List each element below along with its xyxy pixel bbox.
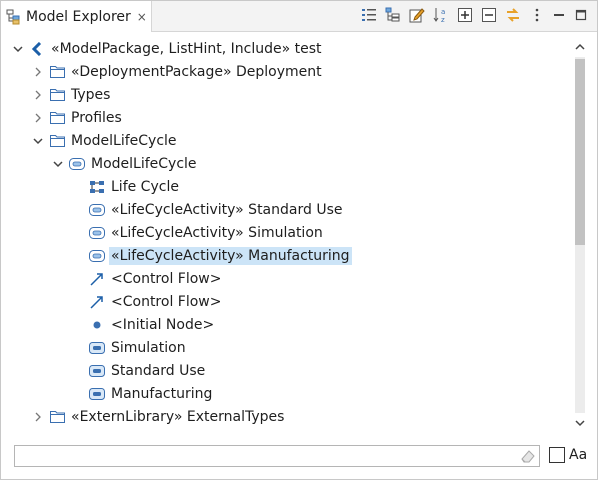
tree-item-label: ModelLifeCycle bbox=[71, 132, 177, 149]
sort-az-icon[interactable]: az bbox=[433, 7, 449, 23]
tree-item[interactable]: <Control Flow> bbox=[71, 290, 223, 313]
tree-item[interactable]: ModelLifeCycle bbox=[51, 152, 199, 175]
tree-item-label: «LifeCycleActivity» Simulation bbox=[111, 224, 323, 241]
tree-item[interactable]: «LifeCycleActivity» Manufacturing bbox=[71, 244, 352, 267]
clear-filter-icon[interactable] bbox=[520, 448, 536, 464]
scroll-thumb[interactable] bbox=[575, 59, 585, 245]
tab-title: Model Explorer bbox=[26, 8, 131, 25]
tree-item[interactable]: <Control Flow> bbox=[71, 267, 223, 290]
tree-item-label: «LifeCycleActivity» Manufacturing bbox=[109, 246, 352, 265]
tree-item-label: «LifeCycleActivity» Standard Use bbox=[111, 201, 343, 218]
tree-item-label: «ExternLibrary» ExternalTypes bbox=[71, 408, 285, 425]
tab-bar: Model Explorer × az bbox=[1, 1, 597, 32]
maximize-icon[interactable] bbox=[573, 7, 589, 23]
tree-item-label: Life Cycle bbox=[111, 178, 179, 195]
tree-item-label: Types bbox=[71, 86, 111, 103]
tree-item[interactable]: «LifeCycleActivity» Simulation bbox=[71, 221, 325, 244]
action-icon bbox=[89, 363, 105, 379]
view-toolbar: az bbox=[361, 7, 553, 27]
control-flow-icon bbox=[89, 271, 105, 287]
tree-item-label: Simulation bbox=[111, 339, 186, 356]
chevron-right-icon[interactable] bbox=[31, 88, 45, 102]
diagram-icon bbox=[89, 179, 105, 195]
tree-item[interactable]: «ExternLibrary» ExternalTypes bbox=[31, 405, 286, 428]
tree-item-label: <Control Flow> bbox=[111, 293, 222, 310]
activity-icon bbox=[89, 225, 105, 241]
tree-item[interactable]: Life Cycle bbox=[71, 175, 181, 198]
svg-text:a: a bbox=[441, 8, 445, 16]
tree-layout-icon[interactable] bbox=[385, 7, 401, 23]
folder-icon bbox=[49, 133, 65, 149]
tree-item[interactable]: Profiles bbox=[31, 106, 124, 129]
filter-list-icon[interactable] bbox=[361, 7, 377, 23]
chevron-down-icon[interactable] bbox=[31, 134, 45, 148]
folder-icon bbox=[49, 110, 65, 126]
model-tree: «ModelPackage, ListHint, Include» test «D… bbox=[1, 33, 571, 431]
link-with-editor-icon[interactable] bbox=[505, 7, 521, 23]
folder-icon bbox=[49, 64, 65, 80]
view-menu-icon[interactable] bbox=[529, 7, 545, 23]
tree-item[interactable]: «LifeCycleActivity» Standard Use bbox=[71, 198, 344, 221]
chevron-down-icon[interactable] bbox=[11, 42, 25, 56]
tree-item[interactable]: «DeploymentPackage» Deployment bbox=[31, 60, 324, 83]
tree-item-label: Standard Use bbox=[111, 362, 206, 379]
folder-icon bbox=[49, 87, 65, 103]
chevron-right-icon[interactable] bbox=[31, 65, 45, 79]
minimize-icon[interactable] bbox=[551, 7, 567, 23]
activity-icon bbox=[89, 202, 105, 218]
scroll-down-icon[interactable] bbox=[574, 417, 586, 429]
chevron-down-icon[interactable] bbox=[51, 157, 65, 171]
model-explorer-view: Model Explorer × az «ModelPackage, ListH… bbox=[0, 0, 598, 480]
tree-item[interactable]: <Initial Node> bbox=[71, 313, 216, 336]
activity-icon bbox=[69, 156, 85, 172]
tree-item-label: <Initial Node> bbox=[111, 316, 215, 333]
control-flow-icon bbox=[89, 294, 105, 310]
tree-item[interactable]: ModelLifeCycle bbox=[31, 129, 179, 152]
model-explorer-icon bbox=[6, 9, 22, 25]
filter-input[interactable] bbox=[14, 445, 540, 467]
tree-item-label: <Control Flow> bbox=[111, 270, 222, 287]
tree-item-label: «DeploymentPackage» Deployment bbox=[71, 63, 322, 80]
action-icon bbox=[89, 340, 105, 356]
initial-node-icon bbox=[89, 317, 105, 333]
tree-item[interactable]: Manufacturing bbox=[71, 382, 214, 405]
chevron-right-icon[interactable] bbox=[31, 410, 45, 424]
tab-model-explorer[interactable]: Model Explorer × bbox=[1, 1, 152, 32]
expand-all-icon[interactable] bbox=[457, 7, 473, 23]
tree-item[interactable]: Simulation bbox=[71, 336, 188, 359]
tree-item[interactable]: Types bbox=[31, 83, 112, 106]
folder-icon bbox=[49, 409, 65, 425]
collapse-all-icon[interactable] bbox=[481, 7, 497, 23]
chevron-right-icon[interactable] bbox=[31, 111, 45, 125]
tree-item[interactable]: Standard Use bbox=[71, 359, 207, 382]
tree-item[interactable]: «ModelPackage, ListHint, Include» test bbox=[11, 37, 324, 60]
close-icon[interactable]: × bbox=[137, 11, 147, 23]
scroll-up-icon[interactable] bbox=[574, 41, 586, 53]
tree-item-label: Manufacturing bbox=[111, 385, 213, 402]
tree-item-label: ModelLifeCycle bbox=[91, 155, 197, 172]
match-case-checkbox[interactable] bbox=[549, 447, 565, 463]
model-package-icon bbox=[29, 41, 45, 57]
action-icon bbox=[89, 386, 105, 402]
tree-item-label: «ModelPackage, ListHint, Include» test bbox=[51, 40, 322, 57]
vertical-scrollbar[interactable] bbox=[571, 37, 589, 435]
svg-text:z: z bbox=[441, 16, 445, 23]
activity-icon bbox=[89, 248, 105, 264]
tree-item-label: Profiles bbox=[71, 109, 122, 126]
edit-icon[interactable] bbox=[409, 7, 425, 23]
match-case-label: Aa bbox=[569, 447, 588, 463]
